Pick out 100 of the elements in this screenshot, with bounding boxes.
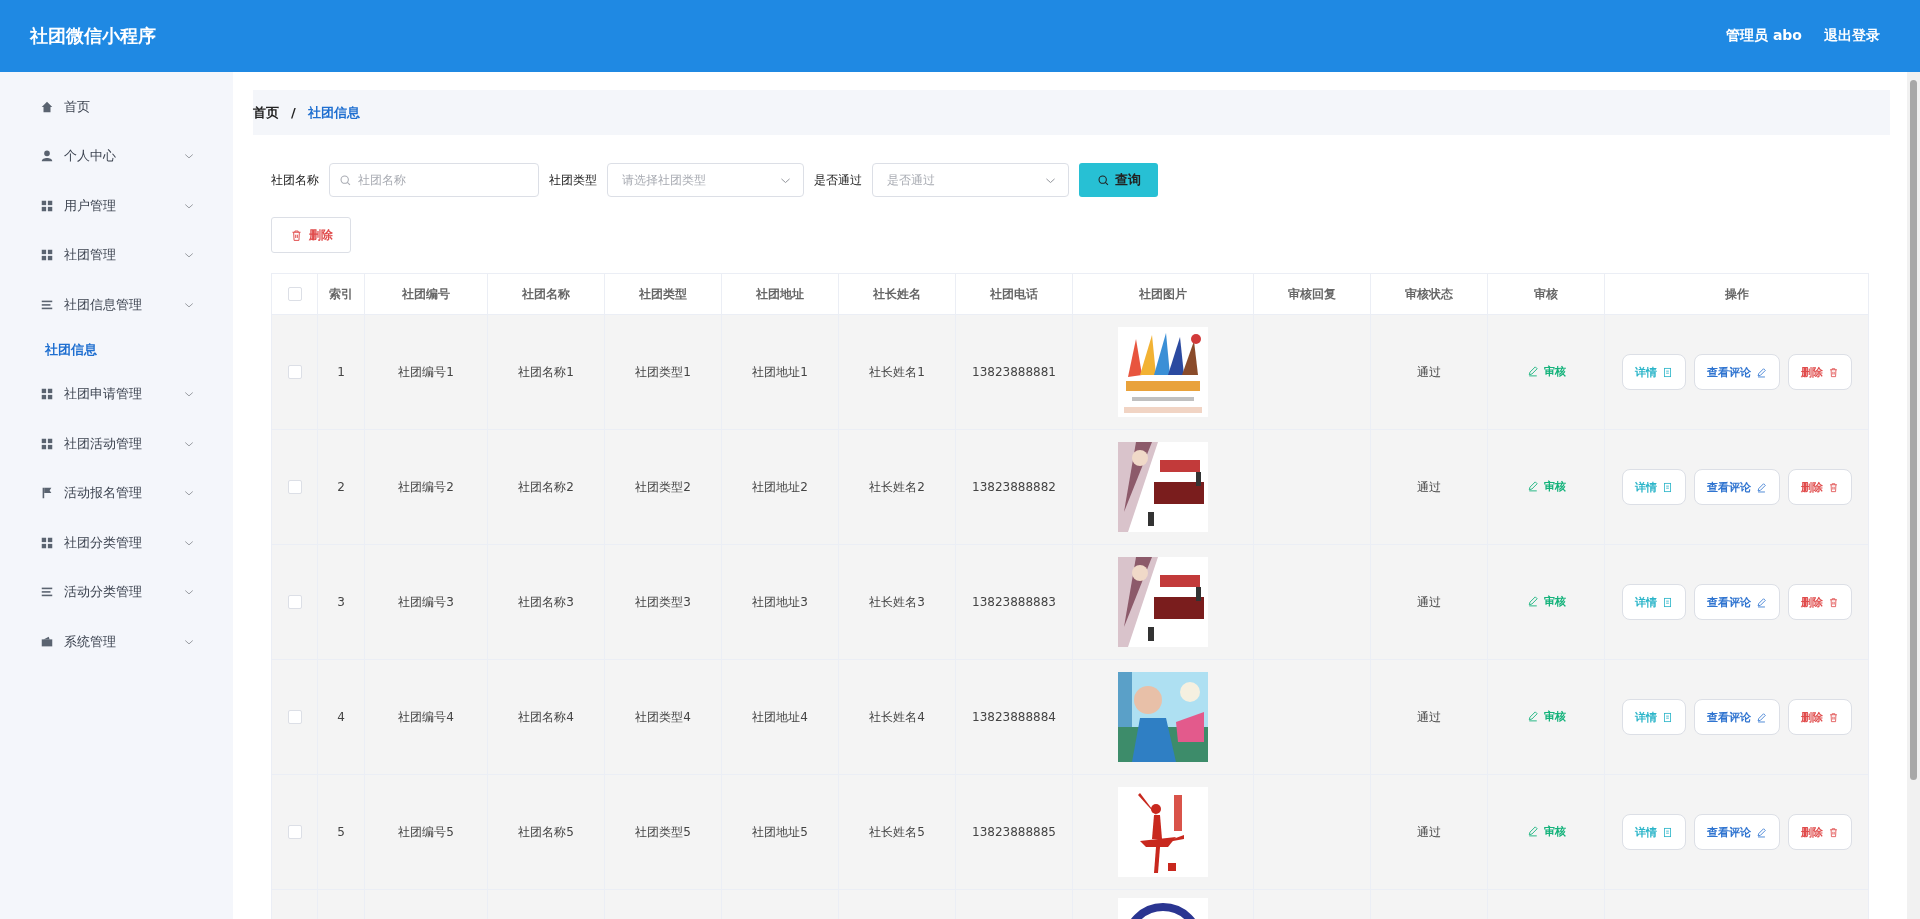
column-header: 社团图片 <box>1139 286 1187 301</box>
pencil-icon <box>1526 710 1539 723</box>
table-cell: 13823888881 <box>972 365 1056 379</box>
comment-button[interactable]: 查看评论 <box>1693 814 1780 850</box>
sidebar-subitem[interactable]: 社团信息 <box>0 329 233 370</box>
delete-button[interactable]: 删除 <box>1787 354 1852 390</box>
scrollbar[interactable] <box>1907 72 1920 919</box>
pencil-icon <box>1526 480 1539 493</box>
table-cell: 社团地址2 <box>752 479 808 494</box>
logout-link[interactable]: 退出登录 <box>1824 27 1880 45</box>
checkbox[interactable] <box>287 480 302 495</box>
document-icon <box>1661 826 1673 838</box>
table-cell: 社长姓名5 <box>869 824 925 839</box>
search-icon <box>1096 173 1110 187</box>
grid-icon <box>40 436 54 451</box>
review-link[interactable]: 审核 <box>1526 708 1566 724</box>
table-cell: 社长姓名4 <box>869 709 925 724</box>
sidebar-item[interactable]: 社团管理 <box>0 230 233 280</box>
comment-button[interactable]: 查看评论 <box>1693 699 1780 735</box>
checkbox[interactable] <box>287 595 302 610</box>
detail-button[interactable]: 详情 <box>1621 699 1686 735</box>
search-icon <box>339 174 352 187</box>
grid-icon <box>40 248 54 263</box>
table-cell: 社团名称1 <box>518 364 574 379</box>
column-header: 社长姓名 <box>873 286 921 301</box>
column-header: 社团编号 <box>402 286 450 301</box>
table-cell: 社团名称2 <box>518 479 574 494</box>
table-cell: 通过 <box>1417 824 1441 839</box>
table-cell: 13823888885 <box>972 825 1056 839</box>
column-header: 操作 <box>1724 286 1749 301</box>
detail-button[interactable]: 详情 <box>1621 354 1686 390</box>
table-cell: 社团编号2 <box>398 479 454 494</box>
column-header: 社团名称 <box>522 286 570 301</box>
sidebar-item[interactable]: 首页 <box>0 82 233 132</box>
sidebar-item[interactable]: 社团活动管理 <box>0 419 233 469</box>
table-cell: 社团地址4 <box>752 709 808 724</box>
pencil-icon <box>1526 825 1539 838</box>
sidebar-item[interactable]: 活动报名管理 <box>0 468 233 518</box>
search-field[interactable]: 社团名称 <box>329 163 539 197</box>
detail-button[interactable]: 详情 <box>1621 469 1686 505</box>
column-header: 社团类型 <box>639 286 687 301</box>
sidebar-item[interactable]: 活动分类管理 <box>0 567 233 617</box>
delete-button[interactable]: 删除 <box>1787 699 1852 735</box>
table-cell: 社团编号3 <box>398 594 454 609</box>
sidebar-item[interactable]: 个人中心 <box>0 131 233 181</box>
row-index: 3 <box>337 595 345 609</box>
search-button[interactable]: 查询 <box>1079 163 1158 197</box>
table-cell: 社团编号5 <box>398 824 454 839</box>
table-cell: 社团类型4 <box>635 709 691 724</box>
sidebar-item[interactable]: 用户管理 <box>0 181 233 231</box>
admin-name: 管理员 abo <box>1726 27 1802 45</box>
comment-button[interactable]: 查看评论 <box>1693 469 1780 505</box>
table-cell: 社团编号4 <box>398 709 454 724</box>
sidebar-item[interactable]: 社团分类管理 <box>0 518 233 568</box>
checkbox[interactable] <box>287 365 302 380</box>
document-icon <box>1661 596 1673 608</box>
breadcrumb-link[interactable]: 社团信息 <box>307 103 360 122</box>
review-link[interactable]: 审核 <box>1526 363 1566 379</box>
column-header: 社团电话 <box>990 286 1038 301</box>
sidebar-item[interactable]: 社团信息管理 <box>0 280 233 330</box>
detail-button[interactable]: 详情 <box>1621 814 1686 850</box>
select-field[interactable]: 是否通过 <box>872 163 1069 197</box>
review-link[interactable]: 审核 <box>1526 478 1566 494</box>
column-header: 审核 <box>1534 286 1558 301</box>
breadcrumb-link[interactable]: 首页 <box>253 103 279 122</box>
app-title: 社团微信小程序 <box>30 24 156 48</box>
checkbox[interactable] <box>287 287 302 302</box>
scrollbar-thumb[interactable] <box>1910 80 1917 780</box>
trash-icon <box>1827 826 1839 838</box>
comment-button[interactable]: 查看评论 <box>1693 354 1780 390</box>
table-cell: 通过 <box>1417 364 1441 379</box>
table-cell: 社团名称5 <box>518 824 574 839</box>
document-icon <box>1661 711 1673 723</box>
sidebar-item[interactable]: 社团申请管理 <box>0 369 233 419</box>
row-index: 1 <box>337 365 345 379</box>
delete-button[interactable]: 删除 <box>1787 584 1852 620</box>
trash-icon <box>1827 481 1839 493</box>
table-cell: 通过 <box>1417 479 1441 494</box>
breadcrumb-separator: / <box>291 105 296 120</box>
comment-button[interactable]: 查看评论 <box>1693 584 1780 620</box>
table-cell: 社团地址3 <box>752 594 808 609</box>
trash-icon <box>289 228 303 242</box>
delete-button[interactable]: 删除 <box>1787 469 1852 505</box>
document-icon <box>1661 366 1673 378</box>
trash-icon <box>1827 711 1839 723</box>
sidebar-item[interactable]: 系统管理 <box>0 617 233 667</box>
field-label: 是否通过 <box>814 171 862 189</box>
delete-button[interactable]: 删除 <box>1787 814 1852 850</box>
delete-button[interactable]: 删除 <box>271 217 351 253</box>
table-cell: 社团名称4 <box>518 709 574 724</box>
checkbox[interactable] <box>287 710 302 725</box>
review-link[interactable]: 审核 <box>1526 823 1566 839</box>
review-link[interactable]: 审核 <box>1526 593 1566 609</box>
pencil-icon <box>1755 596 1767 608</box>
row-index: 4 <box>337 710 345 724</box>
checkbox[interactable] <box>287 825 302 840</box>
grid-icon <box>40 387 54 402</box>
detail-button[interactable]: 详情 <box>1621 584 1686 620</box>
select-field[interactable]: 请选择社团类型 <box>607 163 804 197</box>
table-cell: 社团类型2 <box>635 479 691 494</box>
